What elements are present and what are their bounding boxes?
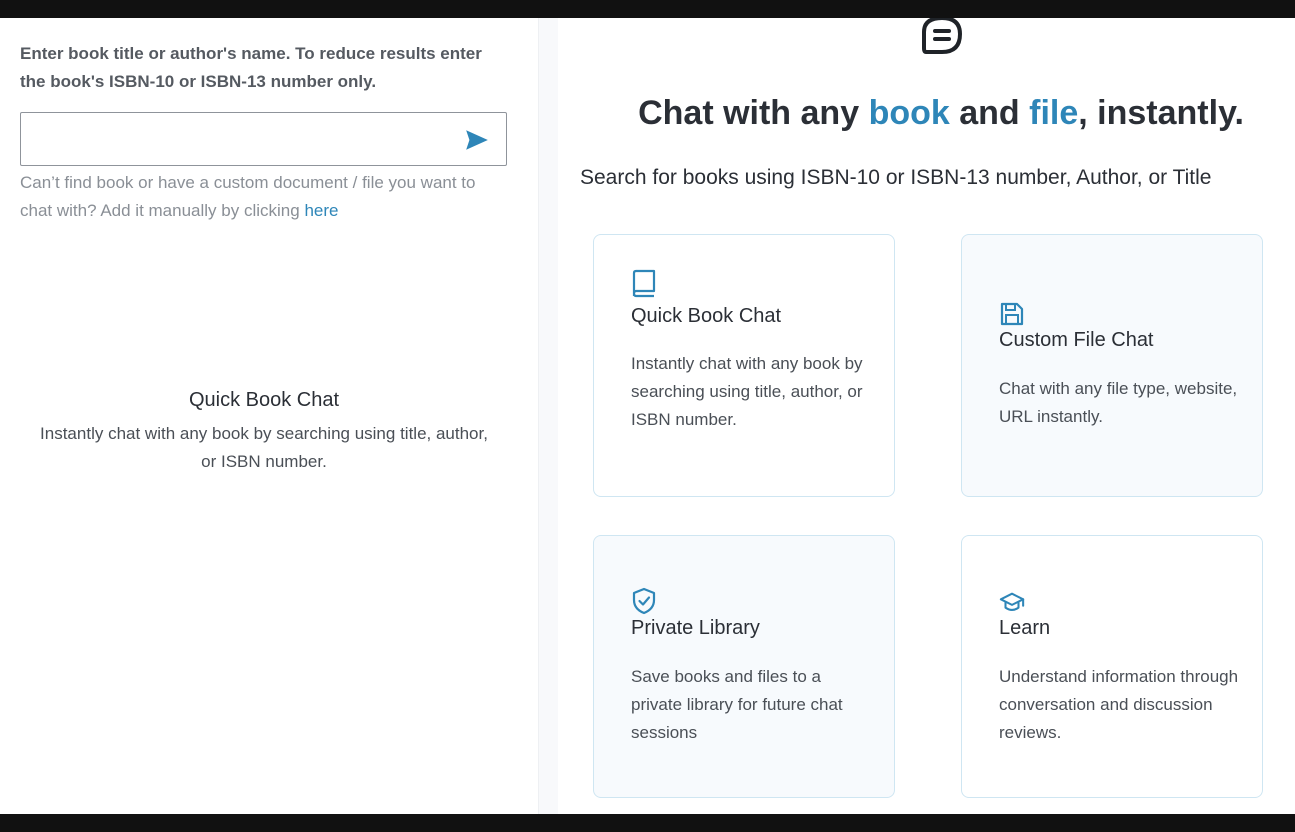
helper-message: Can’t find book or have a custom documen…	[20, 173, 476, 220]
hero-title-prefix: Chat with any	[638, 94, 860, 132]
card-title: Private Library	[631, 617, 760, 639]
panel-divider	[539, 18, 558, 814]
hero-title-and: and	[959, 94, 1020, 132]
card-title: Custom File Chat	[999, 329, 1154, 351]
chat-bubble-icon	[922, 18, 962, 54]
hero-title-book: book	[868, 94, 950, 132]
card-description: Chat with any file type, website, URL in…	[999, 379, 1238, 426]
card-description: Save books and files to a private librar…	[631, 667, 843, 742]
feature-card-quick-book-chat[interactable]: Quick Book Chat Instantly chat with any …	[593, 234, 895, 497]
left-feature-description: Instantly chat with any book by searchin…	[40, 424, 488, 471]
hero-title-file: file	[1029, 94, 1079, 132]
hero-title-suffix: , instantly.	[1078, 94, 1244, 132]
feature-card-custom-file-chat[interactable]: Custom File Chat Chat with any file type…	[961, 234, 1263, 497]
card-description: Instantly chat with any book by searchin…	[631, 354, 863, 429]
landing-panel: Chat with any book and file, instantly. …	[558, 18, 1295, 814]
send-icon[interactable]	[464, 127, 490, 153]
shield-check-icon	[632, 587, 656, 615]
search-panel: Enter book title or author's name. To re…	[0, 18, 539, 814]
app-frame: Enter book title or author's name. To re…	[0, 18, 1295, 814]
floppy-disk-icon	[1000, 302, 1024, 326]
feature-card-private-library[interactable]: Private Library Save books and files to …	[593, 535, 895, 798]
card-title: Quick Book Chat	[631, 305, 782, 327]
book-icon	[632, 269, 656, 298]
left-feature-summary: Quick Book Chat Instantly chat with any …	[40, 386, 488, 476]
search-instructions: Enter book title or author's name. To re…	[20, 44, 482, 91]
card-description: Understand information through conversat…	[999, 667, 1239, 742]
helper-text: Can’t find book or have a custom documen…	[20, 169, 490, 225]
add-manually-link[interactable]: here	[304, 201, 338, 220]
search-box[interactable]	[20, 112, 507, 166]
card-title: Learn	[999, 617, 1051, 639]
graduation-cap-icon	[999, 592, 1025, 611]
hero-title: Chat with any book and file, instantly.	[558, 94, 1295, 133]
feature-card-learn[interactable]: Learn Understand information through con…	[961, 535, 1263, 798]
search-input[interactable]	[31, 121, 455, 159]
left-feature-title: Quick Book Chat	[188, 389, 340, 411]
hero-subtitle: Search for books using ISBN-10 or ISBN-1…	[580, 166, 1212, 189]
